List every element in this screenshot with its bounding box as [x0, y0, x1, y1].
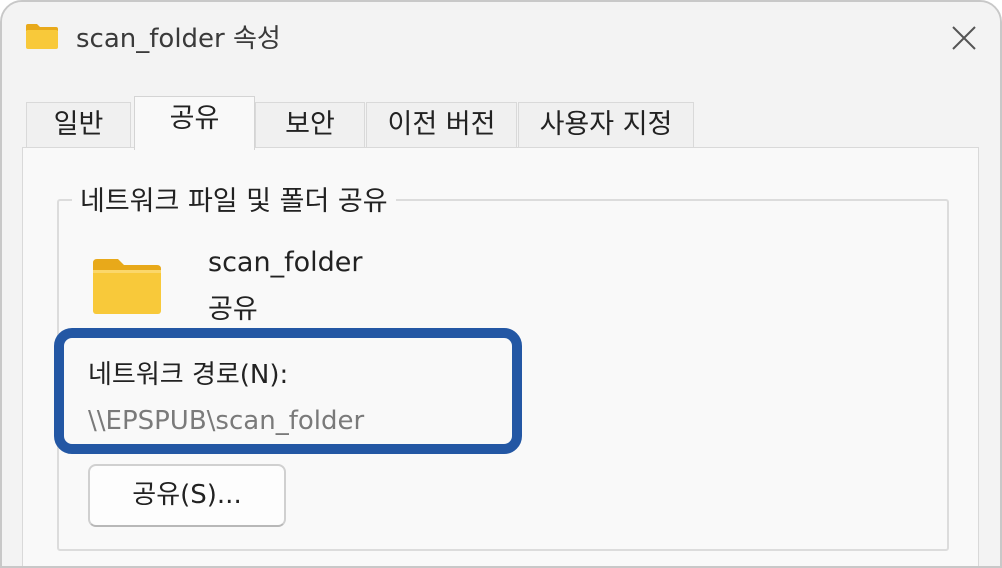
tab-previous-versions[interactable]: 이전 버전 — [366, 102, 517, 148]
close-button[interactable] — [938, 14, 990, 66]
tab-customize[interactable]: 사용자 지정 — [518, 102, 694, 148]
network-path-value[interactable]: \\EPSPUB\scan_folder — [88, 404, 364, 438]
properties-dialog: scan_folder 속성 일반 공유 보안 이전 버전 사용자 지정 네트워… — [0, 0, 1002, 568]
tab-bar: 일반 공유 보안 이전 버전 사용자 지정 — [22, 96, 982, 150]
window-title: scan_folder 속성 — [76, 24, 281, 54]
share-name: scan_folder — [208, 247, 363, 278]
close-icon — [950, 24, 978, 56]
tab-sharing[interactable]: 공유 — [134, 96, 255, 150]
network-path-highlight: 네트워크 경로(N): \\EPSPUB\scan_folder — [54, 328, 522, 454]
folder-icon — [92, 257, 162, 315]
folder-icon — [25, 23, 59, 50]
tab-security[interactable]: 보안 — [255, 102, 365, 148]
share-button[interactable]: 공유(S)... — [88, 464, 286, 527]
group-title: 네트워크 파일 및 폴더 공유 — [72, 185, 396, 219]
network-path-label: 네트워크 경로(N): — [88, 360, 289, 390]
title-bar: scan_folder 속성 — [2, 2, 1000, 80]
tab-general[interactable]: 일반 — [26, 102, 131, 148]
share-status: 공유 — [208, 294, 258, 325]
